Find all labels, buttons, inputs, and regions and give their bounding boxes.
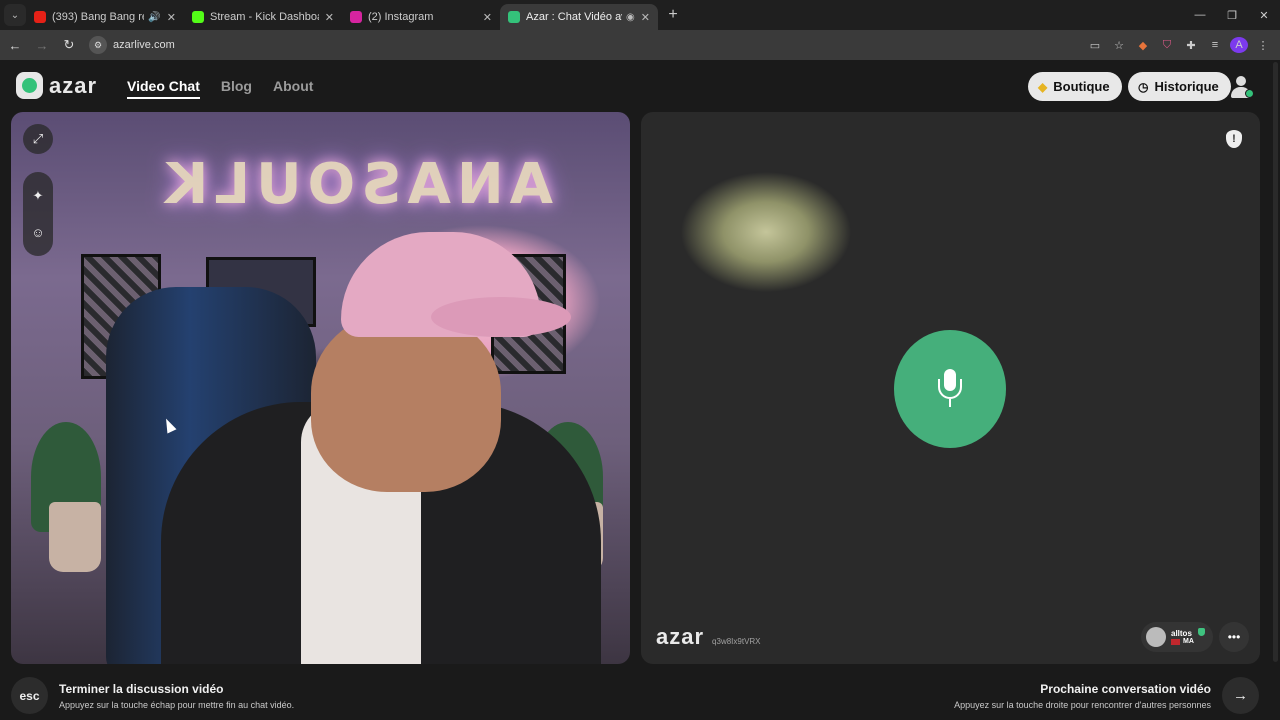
watermark-logo: azar [656, 624, 705, 649]
expand-icon[interactable]: ⤢ [23, 124, 53, 154]
bookmark-star-icon[interactable]: ☆ [1110, 39, 1128, 52]
browser-tab-instagram[interactable]: (2) Instagram ✕ [342, 4, 500, 30]
minimize-icon[interactable]: — [1184, 9, 1216, 21]
extension-fox-icon[interactable]: ◆ [1134, 39, 1152, 52]
end-chat-hint: Terminer la discussion vidéo Appuyez sur… [59, 682, 294, 710]
local-video: ANASOULK ⤢ ✦ ☺ [11, 112, 630, 664]
azar-page: azar Video Chat Blog About ◆ Boutique ◷ … [0, 60, 1280, 720]
logo-text: azar [49, 72, 98, 98]
remote-video: ! azar q3w8Ix9tVRX alltos MA ••• [641, 112, 1260, 664]
close-tab-icon[interactable]: ✕ [325, 11, 334, 24]
next-chat-subtitle: Appuyez sur la touche droite pour rencon… [954, 700, 1211, 710]
user-profile-icon[interactable] [1228, 74, 1254, 100]
kick-favicon-icon [192, 11, 204, 23]
history-button[interactable]: ◷ Historique [1128, 72, 1231, 101]
close-window-icon[interactable]: ✕ [1248, 9, 1280, 22]
face-image [311, 312, 501, 492]
window-controls: — ❐ ✕ [1184, 0, 1280, 30]
microphone-icon [937, 369, 963, 409]
tab-title: Stream - Kick Dashboard [210, 11, 319, 23]
end-chat-subtitle: Appuyez sur la touche échap pour mettre … [59, 700, 295, 710]
media-controls-icon[interactable]: ≡ [1206, 39, 1224, 51]
end-chat-button[interactable]: esc [11, 677, 48, 714]
page-scrollbar[interactable] [1273, 62, 1278, 662]
shop-label: Boutique [1053, 79, 1110, 94]
browser-tab-bar: ⌄ (393) Bang Bang remix - So 🔊 ✕ Stream … [0, 0, 1280, 30]
site-header: azar Video Chat Blog About ◆ Boutique ◷ … [0, 60, 1280, 112]
close-tab-icon[interactable]: ✕ [483, 11, 492, 24]
tab-title: (393) Bang Bang remix - So [52, 11, 144, 23]
effects-toolbar: ✦ ☺ [23, 172, 53, 256]
face-filter-icon[interactable]: ☺ [23, 214, 53, 250]
youtube-favicon-icon [34, 11, 46, 23]
video-tools: ⤢ ✦ ☺ [23, 124, 53, 256]
online-status-dot [1245, 89, 1254, 98]
address-bar[interactable]: ⚙ azarlive.com [89, 34, 1079, 56]
clock-icon: ◷ [1138, 79, 1149, 94]
next-chat-hint: Prochaine conversation vidéo Appuyez sur… [954, 682, 1211, 710]
azar-logo-icon [16, 72, 43, 99]
end-chat-title: Terminer la discussion vidéo [59, 682, 224, 696]
pot-image [49, 502, 101, 572]
next-chat-button[interactable]: → [1222, 677, 1259, 714]
nav-about[interactable]: About [273, 78, 313, 99]
main-nav: Video Chat Blog About [127, 78, 313, 99]
sparkle-effects-icon[interactable]: ✦ [23, 178, 53, 214]
browser-tab-kick[interactable]: Stream - Kick Dashboard ✕ [184, 4, 342, 30]
chat-bubble-icon[interactable]: ••• [1219, 622, 1249, 652]
verified-shield-icon [1198, 628, 1205, 636]
recording-icon: ◉ [626, 11, 635, 23]
browser-toolbar: ← → ↻ ⚙ azarlive.com ▭ ☆ ◆ ⛉ ✚ ≡ A ⋮ [0, 30, 1280, 60]
browser-tab-youtube[interactable]: (393) Bang Bang remix - So 🔊 ✕ [26, 4, 184, 30]
watermark-id: q3w8Ix9tVRX [712, 637, 761, 646]
history-label: Historique [1154, 79, 1219, 94]
partner-profile-chip[interactable]: alltos MA [1141, 622, 1213, 652]
neon-sign-image: ANASOULK [159, 152, 554, 217]
cap-brim-image [431, 297, 571, 337]
partner-name: alltos [1171, 629, 1192, 638]
azar-logo[interactable]: azar [16, 72, 97, 99]
extensions-puzzle-icon[interactable]: ✚ [1182, 39, 1200, 52]
close-tab-icon[interactable]: ✕ [641, 11, 650, 24]
azar-watermark: azar q3w8Ix9tVRX [656, 624, 761, 650]
tab-title: Azar : Chat Vidéo avec de [526, 11, 622, 23]
partner-country: MA [1183, 638, 1194, 645]
report-shield-icon[interactable]: ! [1226, 130, 1242, 148]
microphone-button[interactable] [894, 330, 1006, 448]
tab-title: (2) Instagram [368, 11, 434, 23]
restore-icon[interactable]: ❐ [1216, 9, 1248, 22]
url-text[interactable]: azarlive.com [113, 39, 175, 51]
profile-avatar[interactable]: A [1230, 37, 1248, 53]
tab-search-icon[interactable]: ⌄ [4, 4, 26, 26]
azar-favicon-icon [508, 11, 520, 23]
new-tab-icon[interactable]: + [662, 6, 684, 24]
nav-blog[interactable]: Blog [221, 78, 252, 99]
audio-playing-icon[interactable]: 🔊 [148, 12, 160, 23]
back-icon[interactable]: ← [3, 38, 27, 53]
close-tab-icon[interactable]: ✕ [167, 11, 176, 24]
forward-icon[interactable]: → [30, 38, 54, 53]
shop-button[interactable]: ◆ Boutique [1028, 72, 1122, 101]
gem-icon: ◆ [1038, 79, 1048, 94]
partner-avatar [1146, 627, 1166, 647]
browser-menu-icon[interactable]: ⋮ [1254, 39, 1272, 52]
instagram-favicon-icon [350, 11, 362, 23]
nav-video-chat[interactable]: Video Chat [127, 78, 200, 99]
browser-tab-azar[interactable]: Azar : Chat Vidéo avec de ◉ ✕ [500, 4, 658, 30]
reload-icon[interactable]: ↻ [57, 37, 81, 53]
extension-shield-icon[interactable]: ⛉ [1158, 39, 1176, 52]
next-chat-title: Prochaine conversation vidéo [1040, 682, 1211, 696]
cast-icon[interactable]: ▭ [1086, 39, 1104, 52]
site-info-icon[interactable]: ⚙ [89, 36, 107, 54]
morocco-flag-icon [1171, 638, 1180, 645]
toolbar-actions: ▭ ☆ ◆ ⛉ ✚ ≡ A ⋮ [1086, 30, 1272, 60]
